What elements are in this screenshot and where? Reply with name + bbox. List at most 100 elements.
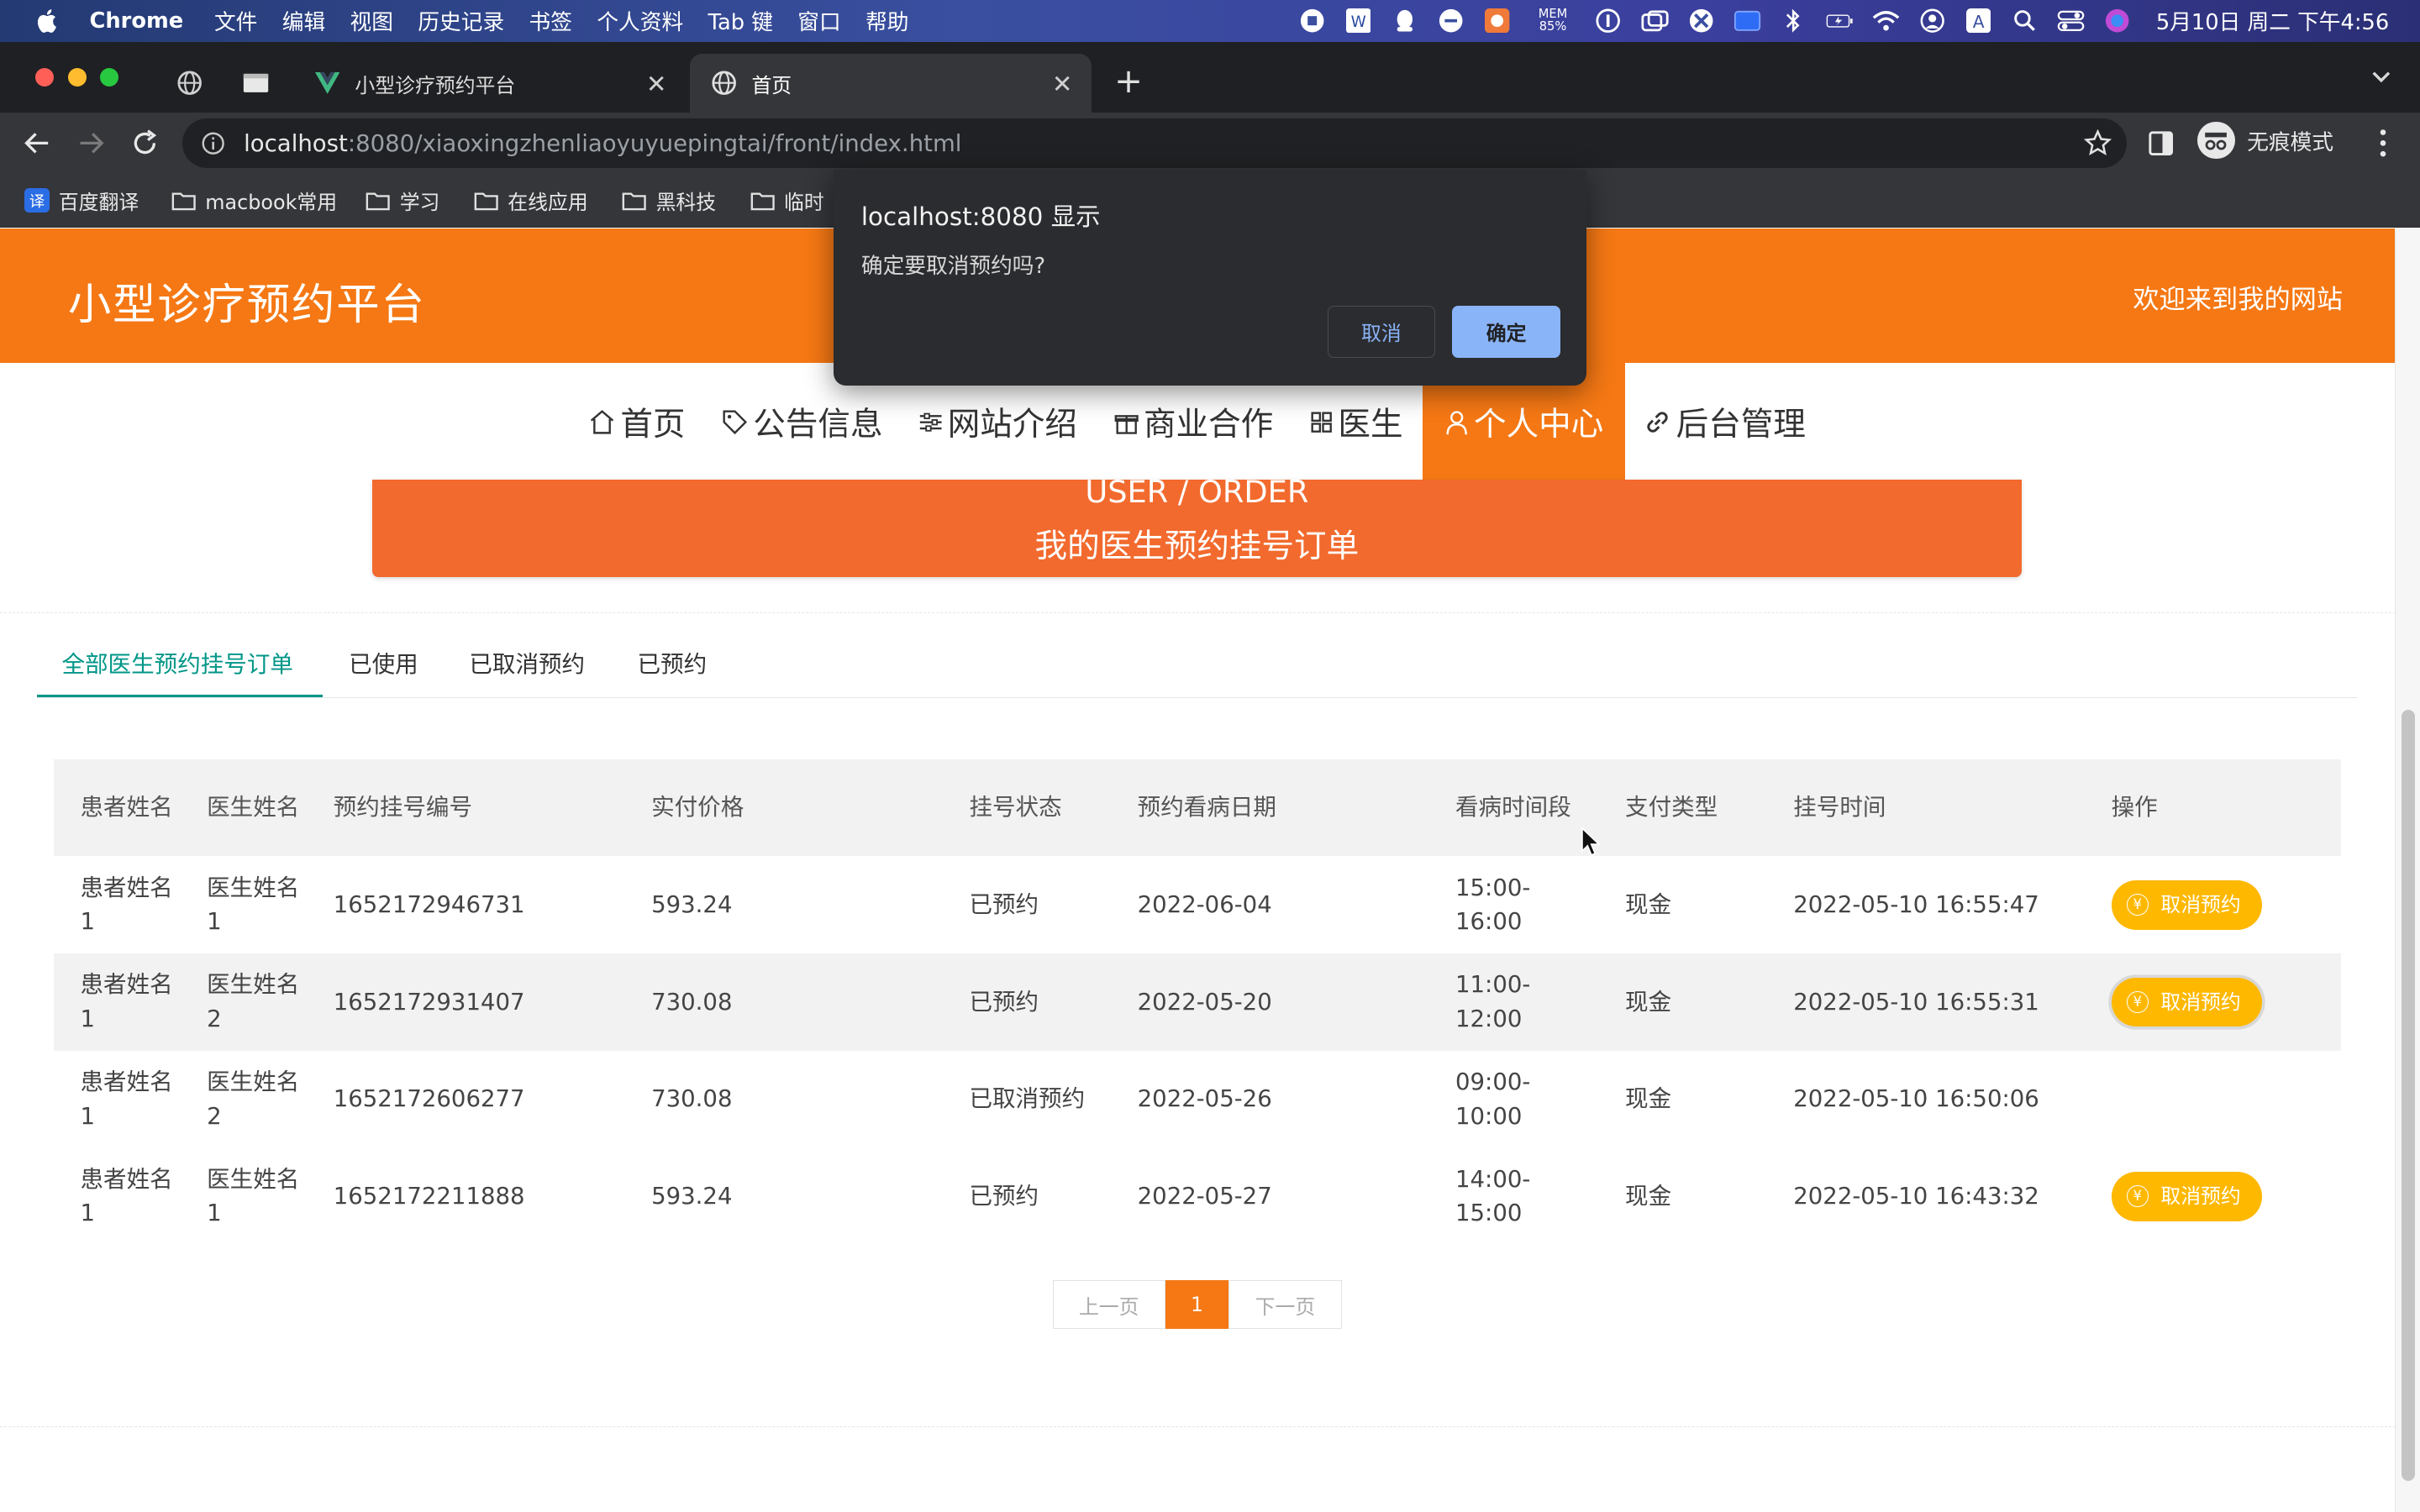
window-icon[interactable] — [1641, 7, 1669, 34]
nav-admin[interactable]: 后台管理 — [1644, 363, 1806, 481]
menu-view[interactable]: 视图 — [350, 5, 393, 36]
more-menu-icon[interactable] — [2374, 128, 2392, 159]
tab-booked[interactable]: 已预约 — [638, 627, 708, 697]
qq-icon[interactable] — [1391, 7, 1418, 34]
folder-icon — [171, 192, 196, 211]
side-panel-icon[interactable] — [2149, 131, 2173, 156]
bookmark-tech[interactable]: 黑科技 — [622, 184, 716, 218]
butterfly-icon[interactable] — [1687, 7, 1715, 34]
tab-all-orders[interactable]: 全部医生预约挂号订单 — [37, 627, 323, 698]
zoom-window-icon[interactable] — [100, 67, 119, 87]
page-scrollbar[interactable] — [2394, 228, 2420, 1512]
cancel-booking-button[interactable]: ¥ 取消预约 — [2111, 977, 2263, 1027]
menu-edit[interactable]: 编辑 — [282, 5, 325, 36]
bookmark-online-apps[interactable]: 在线应用 — [474, 184, 588, 218]
tab-used[interactable]: 已使用 — [349, 627, 418, 697]
stop-icon[interactable] — [1298, 7, 1326, 34]
person-icon — [1446, 411, 1468, 435]
spotlight-icon[interactable] — [2011, 7, 2039, 34]
folder-icon — [750, 192, 775, 211]
page-number-button[interactable]: 1 — [1165, 1280, 1229, 1329]
cell-order-no: 1652172211888 — [333, 1183, 525, 1210]
table-row: 患者姓名1 医生姓名1 1652172211888 593.24 已预约 202… — [54, 1147, 2341, 1245]
memory-meter[interactable]: MEM 85% — [1529, 8, 1576, 33]
control-center-icon[interactable] — [2057, 7, 2085, 34]
input-method-icon[interactable]: A — [1965, 7, 1992, 34]
pinned-tab-globe-icon[interactable] — [177, 71, 203, 96]
next-page-button[interactable]: 下一页 — [1228, 1280, 1342, 1329]
wifi-icon[interactable] — [1872, 7, 1900, 34]
menu-tab[interactable]: Tab 键 — [708, 5, 773, 36]
siri-icon[interactable] — [2103, 7, 2131, 34]
col-date: 预约看病日期 — [1137, 794, 1276, 822]
forward-arrow-icon[interactable] — [76, 128, 107, 159]
incognito-indicator[interactable]: 无痕模式 — [2197, 122, 2333, 160]
cell-status: 已取消预约 — [969, 1085, 1086, 1113]
dialog-cancel-button[interactable]: 取消 — [1327, 305, 1436, 359]
url-text: localhost:8080/xiaoxingzhenliaoyuyueping… — [244, 129, 962, 157]
cell-price: 593.24 — [651, 1183, 733, 1210]
tab-home[interactable]: 首页 ✕ — [690, 54, 1092, 113]
minimize-window-icon[interactable] — [67, 67, 87, 87]
menu-file[interactable]: 文件 — [214, 5, 257, 36]
table-row: 患者姓名1 医生姓名1 1652172946731 593.24 已预约 202… — [54, 856, 2341, 953]
tag-icon — [723, 410, 747, 434]
tab-close-icon[interactable]: ✕ — [646, 70, 667, 98]
back-arrow-icon[interactable] — [22, 128, 53, 159]
battery-icon[interactable] — [1826, 7, 1854, 34]
cell-status: 已预约 — [969, 1183, 1039, 1210]
cell-patient: 患者姓名1 — [80, 1165, 173, 1227]
site-info-icon[interactable] — [201, 131, 225, 155]
vue-logo-icon — [314, 72, 340, 94]
cell-doctor: 医生姓名1 — [207, 874, 300, 936]
bookmark-baidu-fanyi[interactable]: 译百度翻译 — [24, 184, 139, 218]
nav-home[interactable]: 首页 — [588, 363, 685, 481]
close-window-icon[interactable] — [35, 67, 55, 87]
cancel-booking-button[interactable]: ¥ 取消预约 — [2111, 879, 2263, 930]
cell-date: 2022-05-20 — [1137, 988, 1272, 1016]
menubar-clock[interactable]: 5月10日 周二 下午4:56 — [2156, 5, 2389, 36]
prev-page-button[interactable]: 上一页 — [1052, 1280, 1165, 1329]
address-bar[interactable]: localhost:8080/xiaoxingzhenliaoyuyueping… — [182, 118, 2127, 169]
cell-slot: 09:00-10:00 — [1455, 1068, 1531, 1130]
tab-close-icon[interactable]: ✕ — [1052, 70, 1073, 98]
dialog-confirm-button[interactable]: 确定 — [1452, 305, 1560, 359]
screen-icon[interactable] — [1733, 7, 1761, 34]
chat-icon[interactable] — [1437, 7, 1465, 34]
reload-icon[interactable] — [129, 128, 160, 159]
bookmark-temp[interactable]: 临时 — [750, 184, 824, 218]
bookmark-macbook[interactable]: macbook常用 — [171, 184, 337, 218]
pinned-tab-page-icon[interactable] — [242, 72, 270, 94]
cell-created: 2022-05-10 16:55:47 — [1793, 890, 2039, 918]
bookmark-star-icon[interactable] — [2083, 129, 2112, 157]
word-icon[interactable]: W — [1344, 7, 1372, 34]
new-tab-icon[interactable]: + — [1114, 60, 1143, 101]
menu-profile[interactable]: 个人资料 — [597, 5, 683, 36]
globe-icon — [712, 71, 736, 96]
user-icon[interactable] — [1918, 7, 1946, 34]
menu-window[interactable]: 窗口 — [797, 5, 840, 36]
menu-bookmarks[interactable]: 书签 — [529, 5, 572, 36]
yen-icon: ¥ — [2126, 1185, 2149, 1208]
chevron-down-icon[interactable] — [2370, 70, 2392, 85]
table-row: 患者姓名1 医生姓名2 1652172931407 730.08 已预约 202… — [54, 953, 2342, 1051]
cancel-booking-button[interactable]: ¥ 取消预约 — [2111, 1171, 2263, 1221]
password-icon[interactable] — [1595, 7, 1623, 34]
col-slot: 看病时间段 — [1455, 794, 1571, 822]
scrollbar-thumb[interactable] — [2401, 709, 2416, 1482]
sliders-icon — [919, 412, 942, 432]
tab-title: 首页 — [751, 73, 792, 97]
cell-action: ¥ 取消预约 — [2111, 953, 2263, 1051]
sun-app-icon[interactable] — [1483, 7, 1511, 34]
bluetooth-icon[interactable] — [1780, 7, 1807, 34]
tab-clinic-platform[interactable]: 小型诊疗预约平台 ✕ — [293, 54, 686, 113]
apple-icon[interactable] — [34, 7, 61, 34]
menu-chrome[interactable]: Chrome — [90, 8, 184, 34]
cell-created: 2022-05-10 16:43:32 — [1793, 1183, 2039, 1210]
dialog-message: 确定要取消预约吗? — [860, 253, 1046, 279]
col-price: 实付价格 — [651, 794, 744, 822]
bookmark-study[interactable]: 学习 — [366, 184, 439, 218]
tab-cancelled[interactable]: 已取消预约 — [469, 627, 585, 697]
menu-history[interactable]: 历史记录 — [418, 5, 504, 36]
menu-help[interactable]: 帮助 — [865, 5, 908, 36]
